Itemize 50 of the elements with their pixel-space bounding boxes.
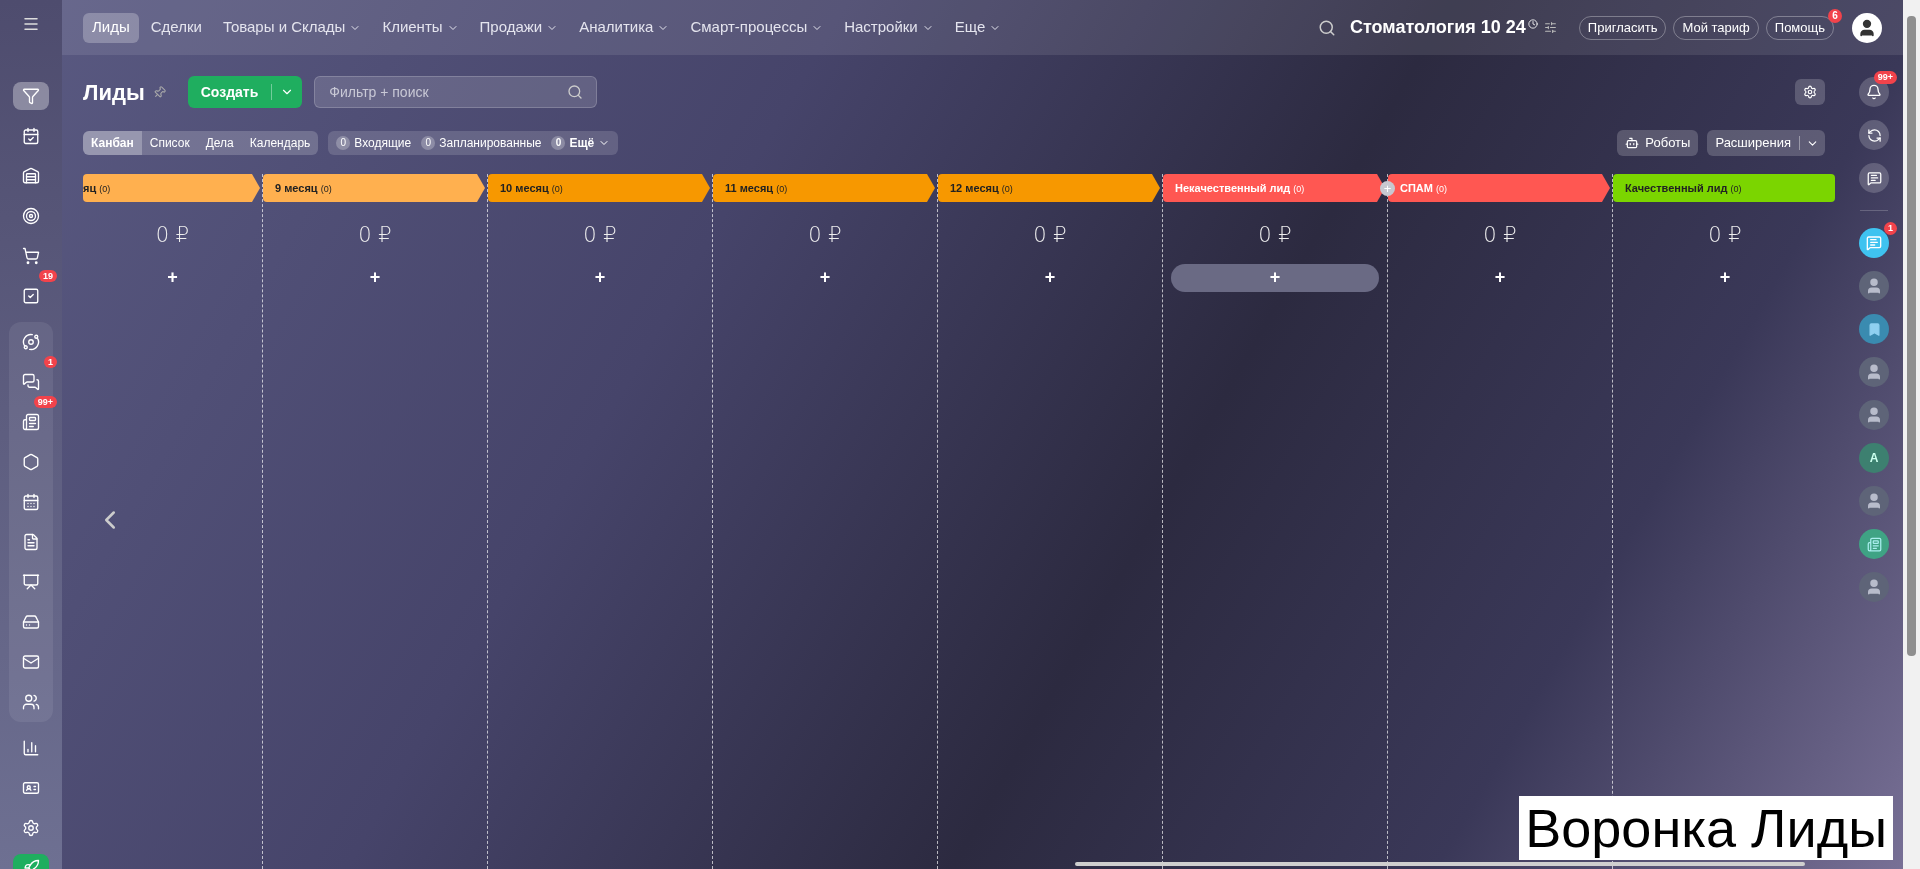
stage-header[interactable]: яц (0)	[83, 174, 260, 202]
nav-tab[interactable]: Еще	[945, 12, 1011, 43]
stage-sum: 0 ₽	[1482, 222, 1518, 249]
stage-sum: 0 ₽	[1707, 222, 1743, 249]
count-badge: 1	[1884, 222, 1897, 235]
add-lead-button[interactable]: +	[91, 263, 254, 292]
add-lead-button[interactable]: +	[946, 263, 1154, 292]
nav-tab[interactable]: Сделки	[141, 12, 211, 43]
view-tab[interactable]: Календарь	[241, 131, 319, 155]
counter-filter[interactable]: 0 Ещё	[551, 134, 611, 152]
counter-filter[interactable]: 0 Входящие	[336, 134, 412, 152]
stage-sum: 0 ₽	[357, 222, 393, 249]
add-lead-button[interactable]: +	[271, 263, 479, 292]
nav-tab[interactable]: Лиды	[83, 12, 139, 43]
count-badge: 1	[44, 356, 57, 368]
user-avatar[interactable]: A	[1859, 443, 1889, 473]
counter-filter[interactable]: 0 Запланированные	[421, 134, 542, 152]
stage-sum: 0 ₽	[154, 222, 191, 249]
add-lead-button[interactable]: +	[1171, 263, 1379, 292]
count-badge: 6	[1828, 9, 1842, 24]
nav-tab[interactable]: Настройки	[835, 12, 943, 43]
stage-header[interactable]: СПАМ (0)	[1388, 174, 1610, 202]
stage-sum: 0 ₽	[807, 222, 843, 249]
stage-header[interactable]: 12 месяц (0)	[938, 174, 1160, 202]
page-title: Лиды	[83, 78, 145, 107]
count-badge: 19	[39, 270, 57, 282]
stage-sum: 0 ₽	[1257, 222, 1293, 249]
robots-button[interactable]: Роботы	[1617, 130, 1699, 156]
nav-tab[interactable]: Продажи	[470, 12, 568, 43]
add-lead-button[interactable]: +	[721, 263, 929, 292]
stage-header[interactable]: Качественный лид (0)	[1613, 174, 1835, 202]
caption: Воронка Лиды	[1519, 796, 1893, 860]
nav-tab[interactable]: Клиенты	[373, 12, 468, 43]
stage-header[interactable]: 10 месяц (0)	[488, 174, 710, 202]
view-tab[interactable]: Дела	[197, 131, 242, 155]
stage-sum: 0 ₽	[1032, 222, 1068, 249]
nav-tab[interactable]: Смарт-процессы	[681, 12, 833, 43]
stage-sum: 0 ₽	[582, 222, 618, 249]
nav-tab[interactable]: Аналитика	[570, 12, 679, 43]
add-lead-button[interactable]: +	[1621, 263, 1829, 292]
nav-tab[interactable]: Товары и Склады	[213, 12, 371, 43]
portal-title: Стоматология 10 24	[1350, 16, 1526, 39]
add-lead-button[interactable]: +	[1396, 263, 1604, 292]
extensions-button[interactable]: Расширения	[1707, 130, 1825, 156]
count-badge: 99+	[1873, 71, 1897, 84]
stage-header[interactable]: 11 месяц (0)	[713, 174, 935, 202]
view-tab[interactable]: Список	[141, 131, 198, 155]
count-badge: 99+	[33, 396, 57, 408]
add-lead-button[interactable]: +	[496, 263, 704, 292]
stage-header[interactable]: 9 месяц (0)	[263, 174, 485, 202]
